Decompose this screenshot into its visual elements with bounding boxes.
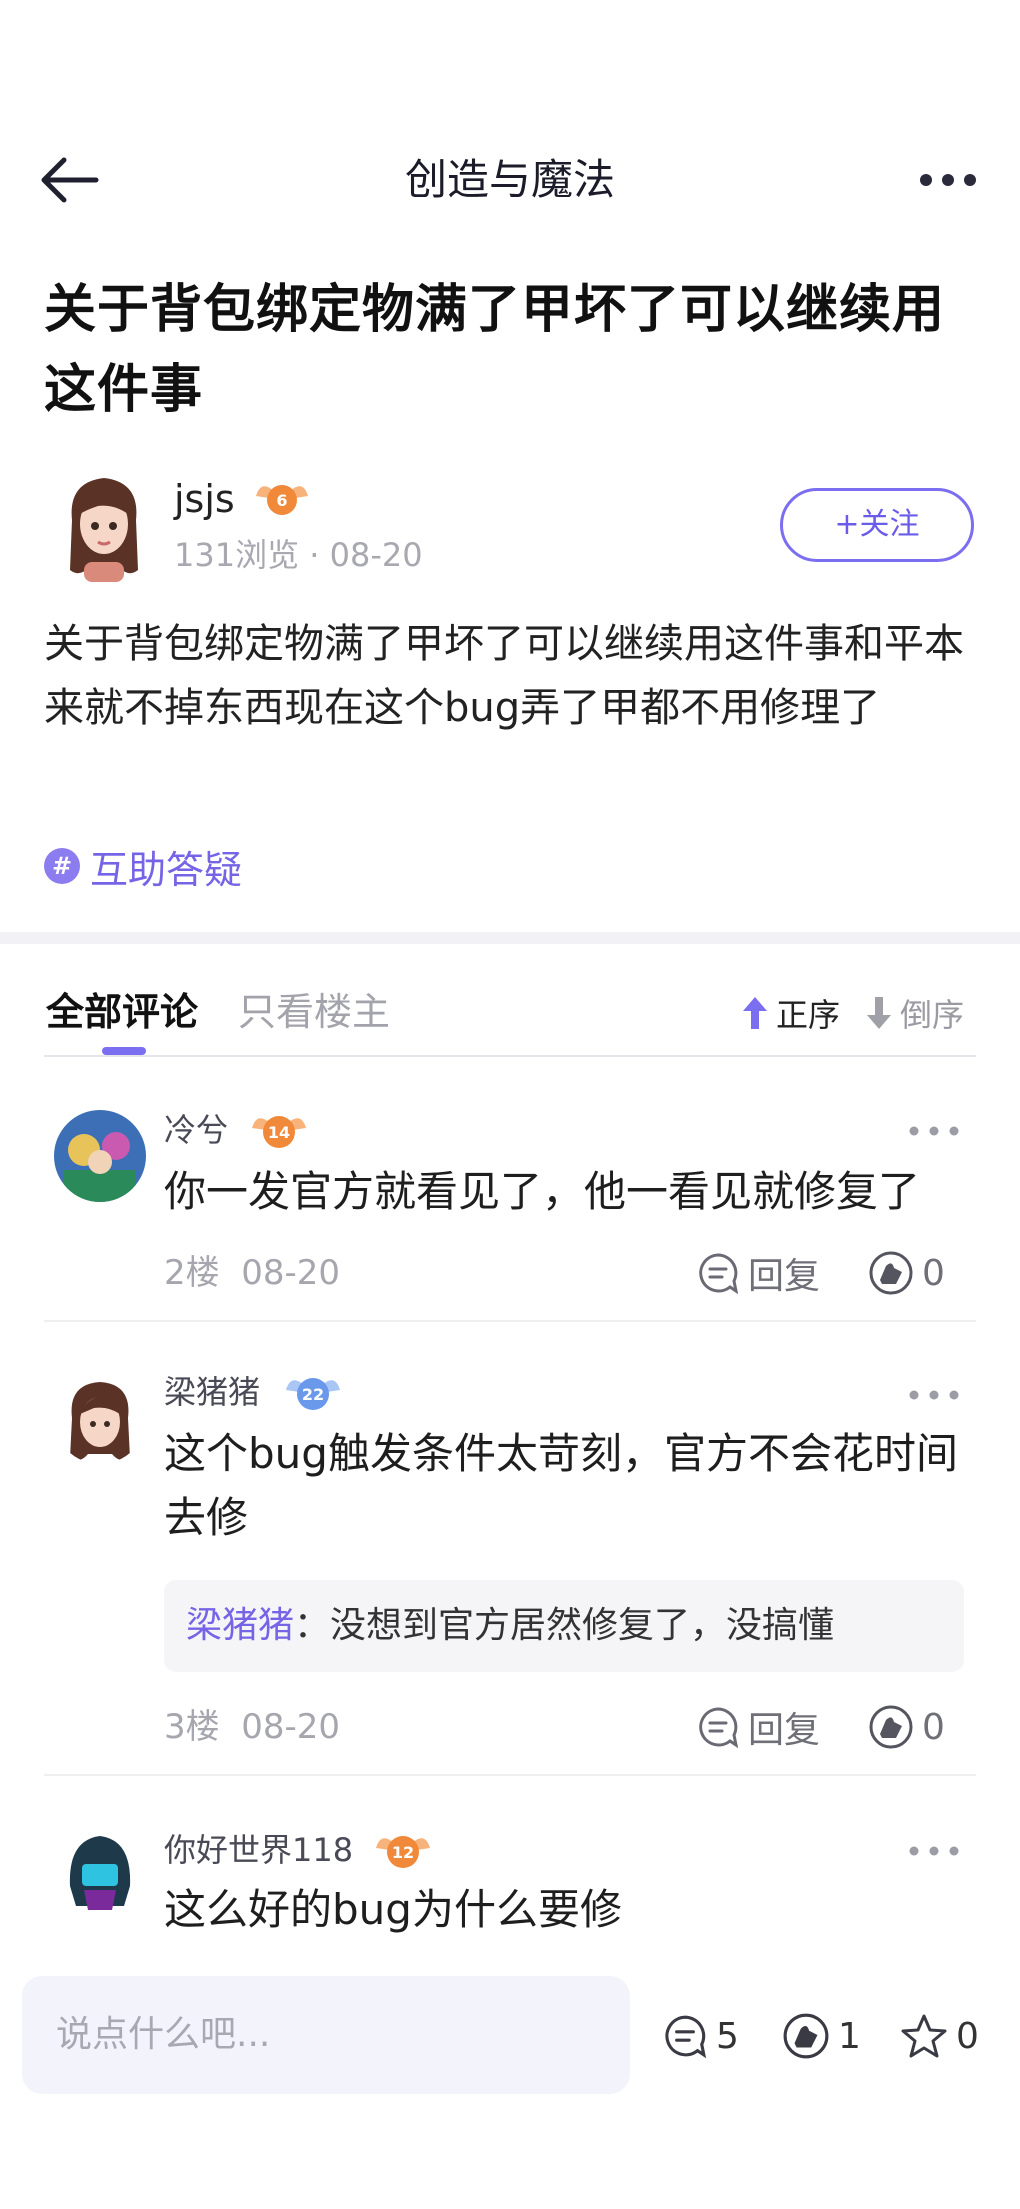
comment-text: 这么好的bug为什么要修: [164, 1885, 622, 1934]
sort-descending-label: 倒序: [900, 996, 965, 1034]
comments-count: 5: [716, 2015, 739, 2057]
more-dots-icon: [920, 174, 976, 186]
tabs-divider: [44, 1055, 976, 1057]
favorite-button[interactable]: 0: [900, 2008, 979, 2064]
like-icon: [869, 1705, 913, 1749]
comment-reply-button[interactable]: 回复: [696, 1248, 820, 1298]
tab-op-only[interactable]: 只看楼主: [238, 984, 390, 1040]
active-tab-indicator: [102, 1047, 146, 1055]
comment-level-badge: 14: [248, 1106, 310, 1156]
reply-label: 回复: [748, 1710, 821, 1751]
comment-more-button[interactable]: [904, 1836, 964, 1866]
post-date: 08-20: [329, 536, 423, 574]
more-dots-icon: [909, 1846, 959, 1856]
quoted-reply[interactable]: 梁猪猪：没想到官方居然修复了，没搞懂: [164, 1580, 964, 1672]
comment-author[interactable]: 你好世界118: [164, 1826, 353, 1874]
post-body: 关于背包绑定物满了甲坏了可以继续用这件事和平本来就不掉东西现在这个bug弄了甲都…: [44, 621, 964, 731]
comment-text: 这个bug触发条件太苛刻，官方不会花时间去修: [164, 1429, 958, 1542]
comment-more-button[interactable]: [904, 1380, 964, 1410]
board-title: 创造与魔法: [404, 155, 615, 204]
like-count: 0: [922, 1706, 945, 1748]
reply-label: 回复: [748, 1256, 821, 1297]
topic-label: 互助答疑: [90, 847, 243, 892]
more-options-button[interactable]: [916, 160, 980, 200]
author-avatar[interactable]: [58, 470, 150, 582]
comment-author[interactable]: 梁猪猪: [164, 1368, 260, 1416]
post-meta: 131浏览 · 08-20: [174, 530, 423, 580]
like-icon: [869, 1251, 913, 1295]
comment-divider: [44, 1774, 976, 1776]
comment-level-badge: 22: [282, 1368, 344, 1418]
comment-author[interactable]: 冷兮: [164, 1106, 228, 1154]
post-title: 关于背包绑定物满了甲坏了可以继续用这件事: [44, 280, 946, 420]
comment-avatar[interactable]: [54, 1372, 146, 1464]
svg-text:12: 12: [392, 1843, 414, 1862]
comment-like-button[interactable]: 0: [868, 1702, 945, 1752]
favorites-count: 0: [956, 2015, 979, 2057]
comment-floor-date: 2楼 08-20: [164, 1248, 340, 1298]
svg-text:22: 22: [302, 1385, 324, 1404]
meta-dot: ·: [309, 536, 330, 574]
post-like-button[interactable]: 1: [782, 2008, 861, 2064]
author-name[interactable]: jsjs: [174, 474, 235, 524]
sort-descending-button[interactable]: 倒序: [864, 986, 964, 1040]
comment-divider: [44, 1320, 976, 1322]
author-level-text: 6: [276, 491, 287, 510]
comment-input[interactable]: 说点什么吧...: [22, 1976, 630, 2094]
sort-ascending-button[interactable]: 正序: [740, 986, 840, 1040]
comments-count-button[interactable]: 5: [662, 2008, 739, 2064]
comment-avatar[interactable]: [54, 1826, 146, 1918]
quoted-reply-text: 没想到官方居然修复了，没搞懂: [330, 1605, 835, 1646]
arrow-down-icon: [867, 997, 891, 1029]
arrow-up-icon: [743, 997, 767, 1029]
section-divider: [0, 932, 1020, 944]
sort-ascending-label: 正序: [776, 996, 841, 1034]
svg-text:14: 14: [268, 1123, 290, 1142]
more-dots-icon: [909, 1390, 959, 1400]
quoted-reply-author[interactable]: 梁猪猪: [186, 1605, 294, 1646]
comment-like-button[interactable]: 0: [868, 1248, 945, 1298]
comment-level-badge: 12: [372, 1826, 434, 1876]
star-icon: [901, 2014, 947, 2058]
comment-floor: 2楼: [164, 1253, 220, 1293]
topic-tag[interactable]: # 互助答疑: [44, 838, 242, 894]
like-count: 0: [922, 1252, 945, 1294]
comment-avatar[interactable]: [54, 1110, 146, 1202]
comment-more-button[interactable]: [904, 1116, 964, 1146]
author-level-badge: 6: [252, 474, 312, 524]
like-icon: [783, 2013, 829, 2059]
hashtag-icon: #: [44, 848, 80, 884]
tab-all-comments[interactable]: 全部评论: [46, 984, 198, 1040]
quoted-reply-colon: ：: [294, 1605, 331, 1646]
likes-count: 1: [838, 2015, 861, 2057]
view-count: 131浏览: [174, 536, 300, 574]
reply-bubble-icon: [699, 1707, 739, 1749]
comment-reply-button[interactable]: 回复: [696, 1702, 820, 1752]
comment-bubble-icon: [665, 2015, 707, 2059]
comment-date: 08-20: [241, 1707, 341, 1747]
reply-bubble-icon: [699, 1253, 739, 1295]
comment-floor-date: 3楼 08-20: [164, 1702, 340, 1752]
comment-date: 08-20: [241, 1253, 341, 1293]
comment-text: 你一发官方就看见了，他一看见就修复了: [164, 1167, 921, 1216]
follow-button[interactable]: +关注: [780, 488, 974, 562]
comment-floor: 3楼: [164, 1707, 220, 1747]
more-dots-icon: [909, 1126, 959, 1136]
